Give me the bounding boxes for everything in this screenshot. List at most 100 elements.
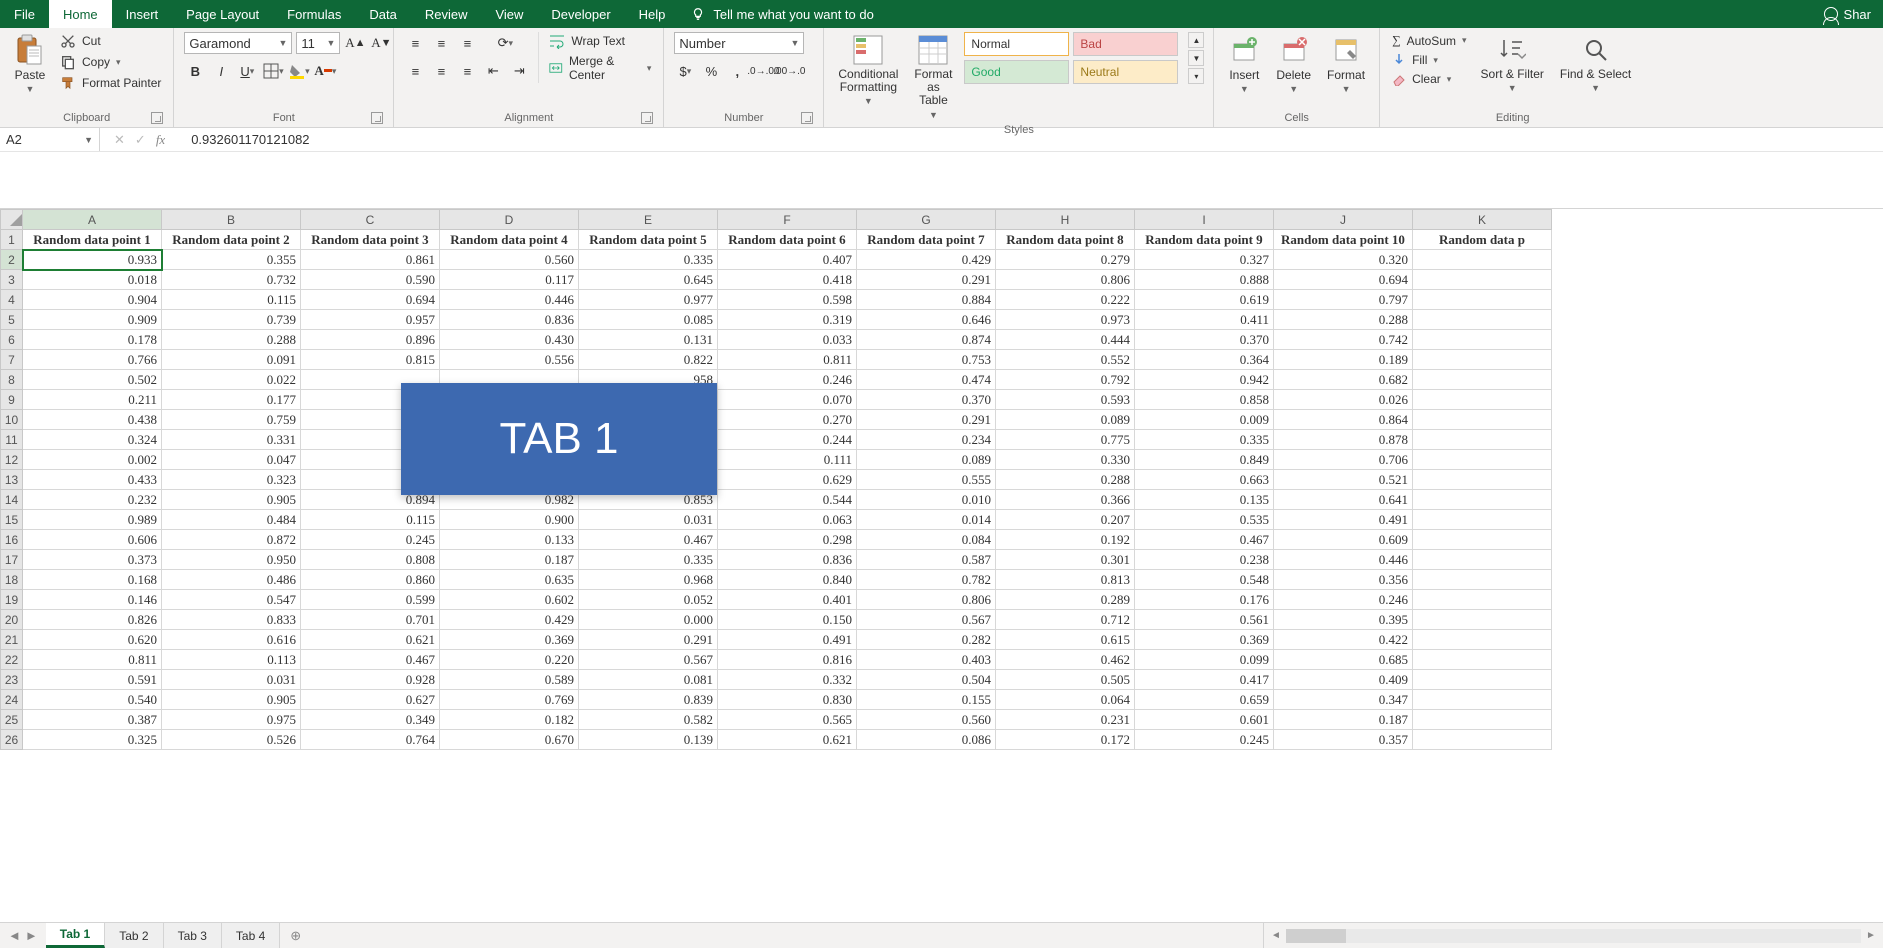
format-painter-button[interactable]: Format Painter <box>58 74 163 92</box>
fx-icon[interactable]: fx <box>156 132 165 148</box>
cell-A23[interactable]: 0.591 <box>23 670 162 690</box>
cell-B14[interactable]: 0.905 <box>162 490 301 510</box>
cell-H3[interactable]: 0.806 <box>996 270 1135 290</box>
cell-I26[interactable]: 0.245 <box>1135 730 1274 750</box>
cell-I12[interactable]: 0.849 <box>1135 450 1274 470</box>
cell-J16[interactable]: 0.609 <box>1274 530 1413 550</box>
cell-C22[interactable]: 0.467 <box>301 650 440 670</box>
cell-F18[interactable]: 0.840 <box>718 570 857 590</box>
cell-F19[interactable]: 0.401 <box>718 590 857 610</box>
clear-button[interactable]: Clear▾ <box>1390 71 1468 87</box>
dialog-launcher-icon[interactable] <box>801 112 813 124</box>
header-cell[interactable]: Random data point 3 <box>301 230 440 250</box>
cell-A10[interactable]: 0.438 <box>23 410 162 430</box>
cell-C23[interactable]: 0.928 <box>301 670 440 690</box>
cell-E23[interactable]: 0.081 <box>579 670 718 690</box>
col-header-D[interactable]: D <box>440 210 579 230</box>
cell-A16[interactable]: 0.606 <box>23 530 162 550</box>
cell-I9[interactable]: 0.858 <box>1135 390 1274 410</box>
styles-scroll-up[interactable]: ▲ <box>1188 32 1204 48</box>
cell-E18[interactable]: 0.968 <box>579 570 718 590</box>
menu-data[interactable]: Data <box>355 0 410 28</box>
cell-F13[interactable]: 0.629 <box>718 470 857 490</box>
cell-C21[interactable]: 0.621 <box>301 630 440 650</box>
align-right-button[interactable]: ≡ <box>456 60 478 82</box>
cell-K6[interactable] <box>1413 330 1552 350</box>
paste-button[interactable]: Paste ▼ <box>10 32 50 96</box>
header-cell[interactable]: Random data point 7 <box>857 230 996 250</box>
cell-H16[interactable]: 0.192 <box>996 530 1135 550</box>
col-header-A[interactable]: A <box>23 210 162 230</box>
row-header-1[interactable]: 1 <box>1 230 23 250</box>
cell-F20[interactable]: 0.150 <box>718 610 857 630</box>
cell-H5[interactable]: 0.973 <box>996 310 1135 330</box>
cell-A20[interactable]: 0.826 <box>23 610 162 630</box>
cell-D4[interactable]: 0.446 <box>440 290 579 310</box>
cell-E21[interactable]: 0.291 <box>579 630 718 650</box>
cell-F6[interactable]: 0.033 <box>718 330 857 350</box>
font-color-button[interactable]: A▾ <box>314 60 336 82</box>
enter-icon[interactable]: ✓ <box>135 132 146 148</box>
styles-more[interactable]: ▾ <box>1188 68 1204 84</box>
cell-D6[interactable]: 0.430 <box>440 330 579 350</box>
cell-F4[interactable]: 0.598 <box>718 290 857 310</box>
scroll-right-button[interactable]: ► <box>1863 928 1879 944</box>
cell-C20[interactable]: 0.701 <box>301 610 440 630</box>
cell-D18[interactable]: 0.635 <box>440 570 579 590</box>
cell-K2[interactable] <box>1413 250 1552 270</box>
cell-D24[interactable]: 0.769 <box>440 690 579 710</box>
cell-F3[interactable]: 0.418 <box>718 270 857 290</box>
cell-K19[interactable] <box>1413 590 1552 610</box>
font-size-select[interactable]: 11▼ <box>296 32 340 54</box>
col-header-B[interactable]: B <box>162 210 301 230</box>
cell-G23[interactable]: 0.504 <box>857 670 996 690</box>
increase-indent-button[interactable]: ⇥ <box>508 60 530 82</box>
cell-K15[interactable] <box>1413 510 1552 530</box>
cell-F16[interactable]: 0.298 <box>718 530 857 550</box>
cell-C19[interactable]: 0.599 <box>301 590 440 610</box>
cell-G16[interactable]: 0.084 <box>857 530 996 550</box>
scroll-left-button[interactable]: ◄ <box>1268 928 1284 944</box>
cell-A11[interactable]: 0.324 <box>23 430 162 450</box>
cell-F26[interactable]: 0.621 <box>718 730 857 750</box>
cell-J25[interactable]: 0.187 <box>1274 710 1413 730</box>
cell-H22[interactable]: 0.462 <box>996 650 1135 670</box>
cell-I3[interactable]: 0.888 <box>1135 270 1274 290</box>
cell-E4[interactable]: 0.977 <box>579 290 718 310</box>
cell-I14[interactable]: 0.135 <box>1135 490 1274 510</box>
cell-I16[interactable]: 0.467 <box>1135 530 1274 550</box>
cell-H4[interactable]: 0.222 <box>996 290 1135 310</box>
row-header-10[interactable]: 10 <box>1 410 23 430</box>
align-top-button[interactable]: ≡ <box>404 32 426 54</box>
cell-K21[interactable] <box>1413 630 1552 650</box>
cell-B24[interactable]: 0.905 <box>162 690 301 710</box>
row-header-18[interactable]: 18 <box>1 570 23 590</box>
cell-B25[interactable]: 0.975 <box>162 710 301 730</box>
fill-button[interactable]: Fill▾ <box>1390 52 1468 68</box>
cell-A17[interactable]: 0.373 <box>23 550 162 570</box>
row-header-22[interactable]: 22 <box>1 650 23 670</box>
cell-B21[interactable]: 0.616 <box>162 630 301 650</box>
style-bad[interactable]: Bad <box>1073 32 1178 56</box>
cell-A4[interactable]: 0.904 <box>23 290 162 310</box>
cell-F23[interactable]: 0.332 <box>718 670 857 690</box>
cell-B6[interactable]: 0.288 <box>162 330 301 350</box>
cell-C5[interactable]: 0.957 <box>301 310 440 330</box>
cell-I10[interactable]: 0.009 <box>1135 410 1274 430</box>
header-cell[interactable]: Random data point 1 <box>23 230 162 250</box>
col-header-I[interactable]: I <box>1135 210 1274 230</box>
cell-J8[interactable]: 0.682 <box>1274 370 1413 390</box>
spreadsheet-grid[interactable]: ABCDEFGHIJK1Random data point 1Random da… <box>0 209 1883 915</box>
cell-A9[interactable]: 0.211 <box>23 390 162 410</box>
cell-F14[interactable]: 0.544 <box>718 490 857 510</box>
cell-G3[interactable]: 0.291 <box>857 270 996 290</box>
cell-G13[interactable]: 0.555 <box>857 470 996 490</box>
header-cell[interactable]: Random data point 9 <box>1135 230 1274 250</box>
cell-G19[interactable]: 0.806 <box>857 590 996 610</box>
dialog-launcher-icon[interactable] <box>371 112 383 124</box>
align-center-button[interactable]: ≡ <box>430 60 452 82</box>
cell-H9[interactable]: 0.593 <box>996 390 1135 410</box>
border-button[interactable]: ▾ <box>262 60 284 82</box>
format-as-table-button[interactable]: Format as Table▼ <box>910 32 956 122</box>
tell-me[interactable]: Tell me what you want to do <box>679 0 885 28</box>
